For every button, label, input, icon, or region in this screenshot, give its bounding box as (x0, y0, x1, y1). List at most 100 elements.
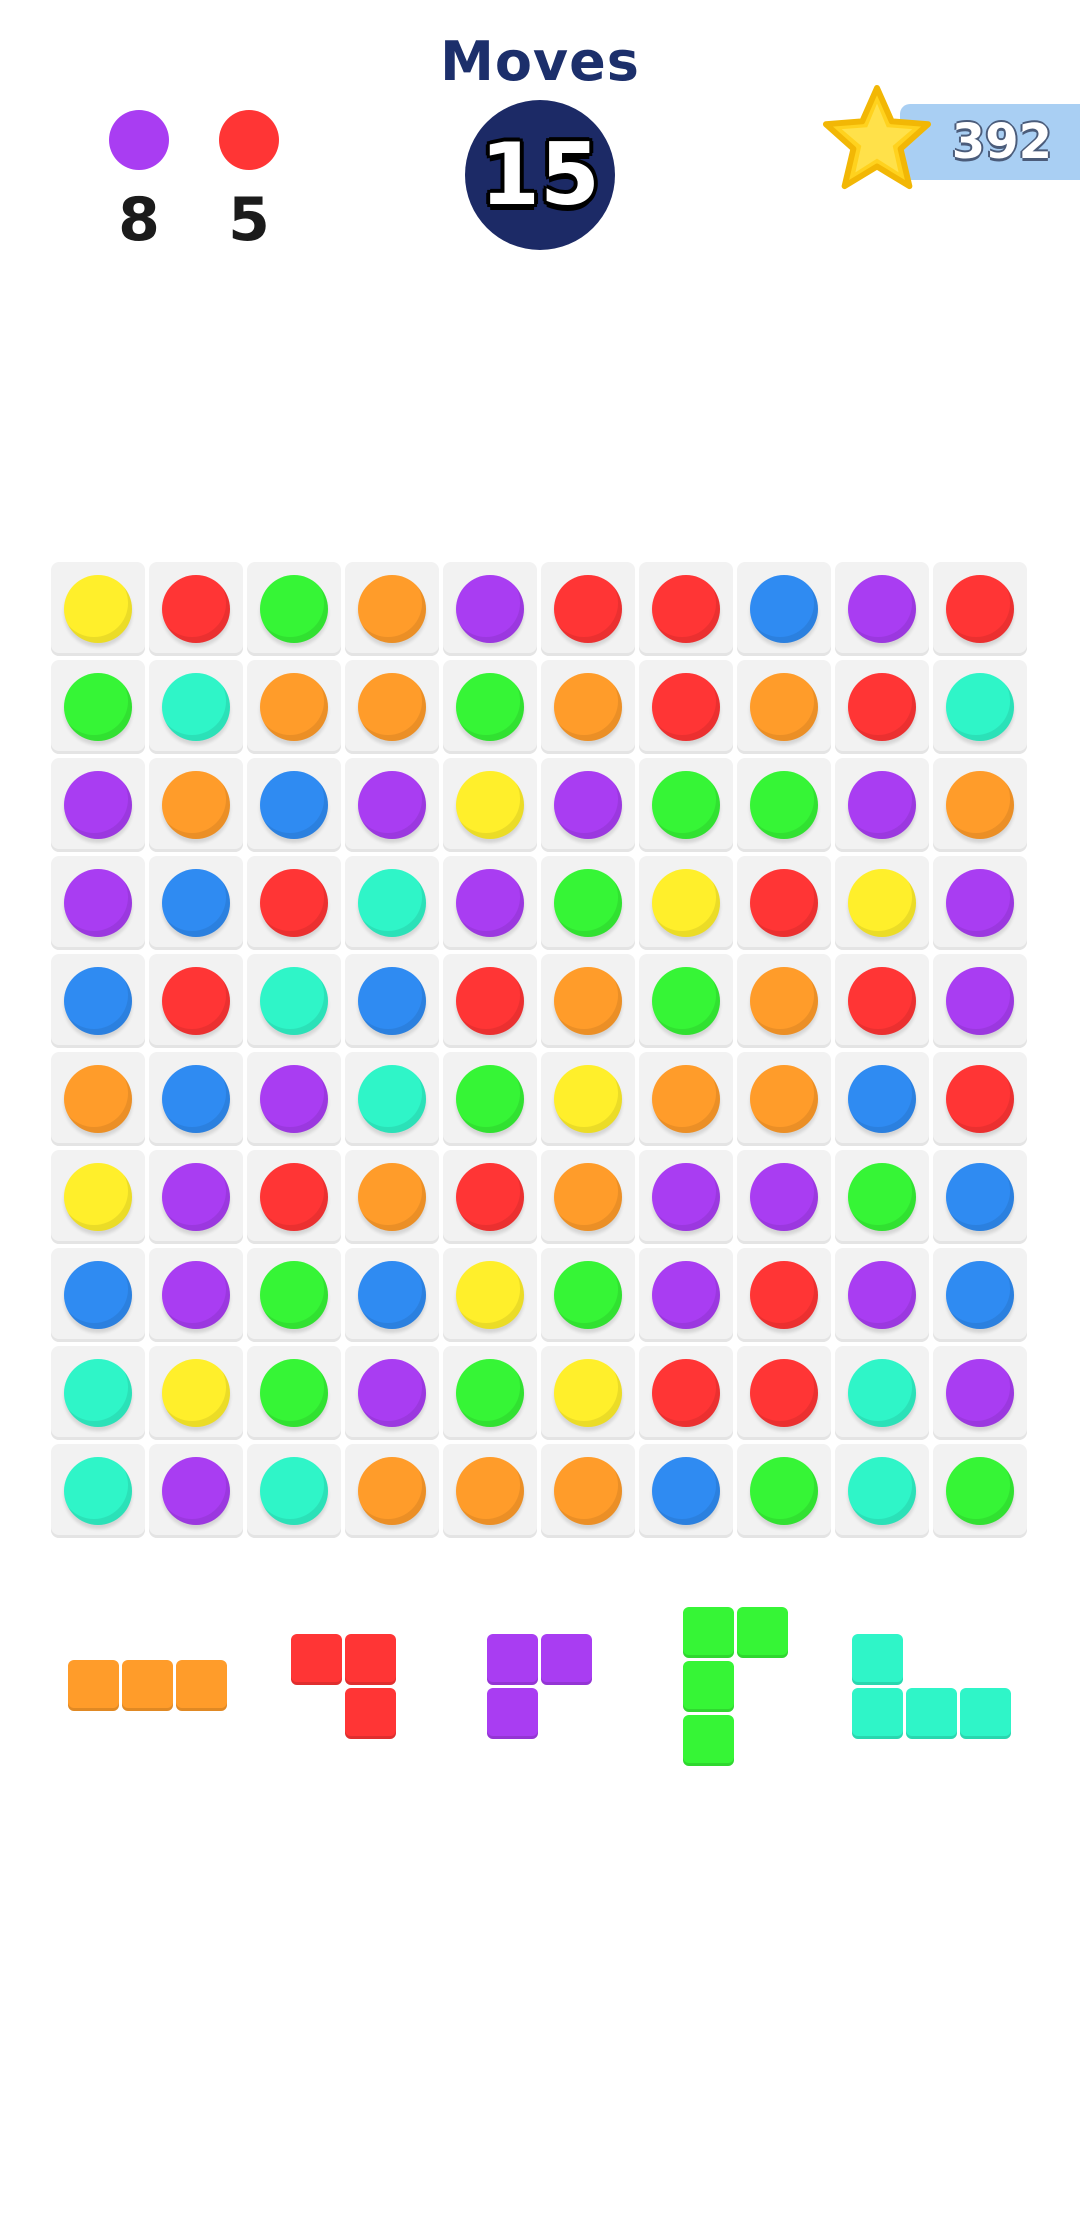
board-cell[interactable] (443, 758, 537, 852)
board-cell[interactable] (737, 1444, 831, 1538)
board-cell[interactable] (51, 1150, 145, 1244)
board-cell[interactable] (149, 954, 243, 1048)
board-cell[interactable] (639, 1150, 733, 1244)
board-cell[interactable] (247, 1052, 341, 1146)
board-cell[interactable] (639, 660, 733, 754)
board-cell[interactable] (933, 1052, 1027, 1146)
board-cell[interactable] (639, 954, 733, 1048)
board-cell[interactable] (149, 660, 243, 754)
board-cell[interactable] (149, 758, 243, 852)
board-cell[interactable] (247, 1346, 341, 1440)
board-cell[interactable] (541, 954, 635, 1048)
board-cell[interactable] (345, 1248, 439, 1342)
board-cell[interactable] (933, 856, 1027, 950)
board-cell[interactable] (149, 562, 243, 656)
board-cell[interactable] (639, 758, 733, 852)
board-cell[interactable] (639, 562, 733, 656)
board-cell[interactable] (443, 954, 537, 1048)
board-cell[interactable] (933, 562, 1027, 656)
board-cell[interactable] (835, 758, 929, 852)
board-cell[interactable] (835, 1346, 929, 1440)
board-cell[interactable] (51, 1248, 145, 1342)
board-cell[interactable] (51, 1444, 145, 1538)
board-cell[interactable] (835, 1444, 929, 1538)
board-cell[interactable] (541, 1052, 635, 1146)
board-cell[interactable] (639, 1248, 733, 1342)
board-cell[interactable] (443, 1150, 537, 1244)
board-cell[interactable] (345, 758, 439, 852)
board-cell[interactable] (443, 1444, 537, 1538)
board-cell[interactable] (639, 1346, 733, 1440)
board-cell[interactable] (345, 1150, 439, 1244)
board-cell[interactable] (247, 1248, 341, 1342)
board-cell[interactable] (443, 1346, 537, 1440)
board-cell[interactable] (345, 1346, 439, 1440)
board-cell[interactable] (149, 1150, 243, 1244)
board-cell[interactable] (639, 856, 733, 950)
board-cell[interactable] (541, 1346, 635, 1440)
board-cell[interactable] (345, 1444, 439, 1538)
board-cell[interactable] (247, 562, 341, 656)
board-cell[interactable] (443, 856, 537, 950)
board-cell[interactable] (737, 1346, 831, 1440)
board-cell[interactable] (149, 1346, 243, 1440)
board-cell[interactable] (835, 954, 929, 1048)
board-cell[interactable] (443, 562, 537, 656)
board-cell[interactable] (51, 562, 145, 656)
board-cell[interactable] (443, 660, 537, 754)
board-cell[interactable] (541, 856, 635, 950)
board-cell[interactable] (835, 1052, 929, 1146)
board-cell[interactable] (737, 660, 831, 754)
board-cell[interactable] (345, 562, 439, 656)
board-cell[interactable] (51, 758, 145, 852)
board-cell[interactable] (247, 954, 341, 1048)
board-cell[interactable] (247, 758, 341, 852)
board-cell[interactable] (443, 1248, 537, 1342)
board-cell[interactable] (541, 562, 635, 656)
board-cell[interactable] (345, 1052, 439, 1146)
board-cell[interactable] (933, 1150, 1027, 1244)
board-cell[interactable] (737, 562, 831, 656)
board-cell[interactable] (345, 856, 439, 950)
board-cell[interactable] (247, 660, 341, 754)
board-cell[interactable] (737, 1052, 831, 1146)
board-cell[interactable] (51, 1052, 145, 1146)
board-cell[interactable] (443, 1052, 537, 1146)
board-cell[interactable] (51, 954, 145, 1048)
board-cell[interactable] (933, 954, 1027, 1048)
board-cell[interactable] (835, 660, 929, 754)
board-cell[interactable] (933, 1346, 1027, 1440)
board-cell[interactable] (933, 758, 1027, 852)
board-cell[interactable] (541, 1150, 635, 1244)
board-cell[interactable] (247, 856, 341, 950)
board-cell[interactable] (835, 1150, 929, 1244)
board-cell[interactable] (345, 660, 439, 754)
board-cell[interactable] (737, 1248, 831, 1342)
board-cell[interactable] (835, 856, 929, 950)
board-cell[interactable] (149, 1248, 243, 1342)
board-cell[interactable] (737, 954, 831, 1048)
board-cell[interactable] (835, 1248, 929, 1342)
board-cell[interactable] (149, 1444, 243, 1538)
board-cell[interactable] (345, 954, 439, 1048)
board-cell[interactable] (149, 1052, 243, 1146)
board-cell[interactable] (835, 562, 929, 656)
board-cell[interactable] (541, 1444, 635, 1538)
board-cell[interactable] (51, 660, 145, 754)
board-cell[interactable] (737, 1150, 831, 1244)
board-cell[interactable] (149, 856, 243, 950)
board-cell[interactable] (933, 1248, 1027, 1342)
board-cell[interactable] (51, 1346, 145, 1440)
board-cell[interactable] (639, 1444, 733, 1538)
board-cell[interactable] (639, 1052, 733, 1146)
board-cell[interactable] (247, 1150, 341, 1244)
board-cell[interactable] (51, 856, 145, 950)
board-cell[interactable] (541, 660, 635, 754)
board-cell[interactable] (933, 660, 1027, 754)
board-cell[interactable] (737, 758, 831, 852)
board-cell[interactable] (541, 1248, 635, 1342)
board-cell[interactable] (933, 1444, 1027, 1538)
board-cell[interactable] (541, 758, 635, 852)
board-cell[interactable] (737, 856, 831, 950)
board-cell[interactable] (247, 1444, 341, 1538)
